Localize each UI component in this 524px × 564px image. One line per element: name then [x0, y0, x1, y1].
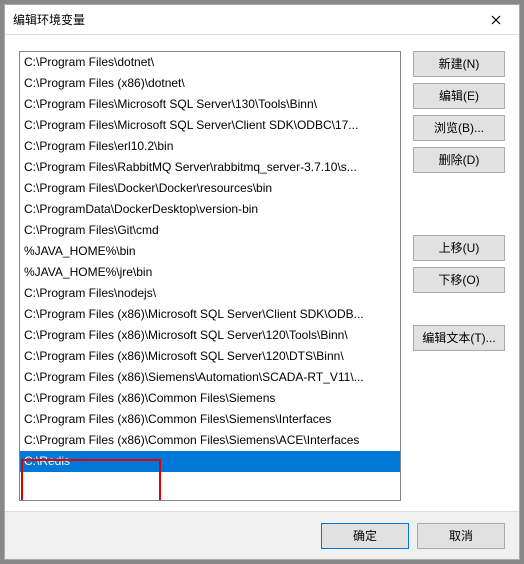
close-icon — [491, 15, 501, 25]
new-entry-row[interactable] — [20, 472, 400, 493]
env-var-edit-dialog: 编辑环境变量 C:\Program Files\dotnet\C:\Progra… — [4, 4, 520, 560]
list-item[interactable]: C:\Program Files\dotnet\ — [20, 52, 400, 73]
list-item[interactable]: C:\Program Files (x86)\Common Files\Siem… — [20, 388, 400, 409]
dialog-footer: 确定 取消 — [5, 511, 519, 559]
new-button[interactable]: 新建(N) — [413, 51, 505, 77]
move-down-button[interactable]: 下移(O) — [413, 267, 505, 293]
list-item[interactable]: C:\Program Files\nodejs\ — [20, 283, 400, 304]
list-item[interactable]: C:\Program Files (x86)\Microsoft SQL Ser… — [20, 325, 400, 346]
new-entry-input[interactable] — [24, 472, 396, 493]
list-item[interactable]: C:\Redis — [20, 451, 400, 472]
edit-button[interactable]: 编辑(E) — [413, 83, 505, 109]
list-item[interactable]: C:\Program Files (x86)\Microsoft SQL Ser… — [20, 304, 400, 325]
list-item[interactable]: C:\Program Files\Docker\Docker\resources… — [20, 178, 400, 199]
list-item[interactable]: C:\Program Files\Microsoft SQL Server\13… — [20, 94, 400, 115]
list-item[interactable]: C:\Program Files (x86)\Common Files\Siem… — [20, 409, 400, 430]
cancel-button[interactable]: 取消 — [417, 523, 505, 549]
ok-button[interactable]: 确定 — [321, 523, 409, 549]
edit-text-button[interactable]: 编辑文本(T)... — [413, 325, 505, 351]
list-item[interactable]: %JAVA_HOME%\jre\bin — [20, 262, 400, 283]
side-buttons: 新建(N) 编辑(E) 浏览(B)... 删除(D) 上移(U) 下移(O) 编… — [413, 51, 505, 501]
browse-button[interactable]: 浏览(B)... — [413, 115, 505, 141]
main-content: C:\Program Files\dotnet\C:\Program Files… — [5, 35, 519, 511]
list-item[interactable]: C:\ProgramData\DockerDesktop\version-bin — [20, 199, 400, 220]
list-item[interactable]: C:\Program Files\Microsoft SQL Server\Cl… — [20, 115, 400, 136]
path-listbox[interactable]: C:\Program Files\dotnet\C:\Program Files… — [19, 51, 401, 501]
close-button[interactable] — [473, 5, 519, 35]
spacer — [413, 179, 505, 229]
spacer — [413, 299, 505, 319]
delete-button[interactable]: 删除(D) — [413, 147, 505, 173]
list-item[interactable]: C:\Program Files (x86)\Common Files\Siem… — [20, 430, 400, 451]
dialog-title: 编辑环境变量 — [5, 11, 473, 28]
list-item[interactable]: C:\Program Files\RabbitMQ Server\rabbitm… — [20, 157, 400, 178]
list-item[interactable]: C:\Program Files\erl10.2\bin — [20, 136, 400, 157]
move-up-button[interactable]: 上移(U) — [413, 235, 505, 261]
list-item[interactable]: C:\Program Files\Git\cmd — [20, 220, 400, 241]
list-item[interactable]: C:\Program Files (x86)\Siemens\Automatio… — [20, 367, 400, 388]
list-item[interactable]: C:\Program Files (x86)\dotnet\ — [20, 73, 400, 94]
list-item[interactable]: C:\Program Files (x86)\Microsoft SQL Ser… — [20, 346, 400, 367]
titlebar: 编辑环境变量 — [5, 5, 519, 35]
path-items-container: C:\Program Files\dotnet\C:\Program Files… — [20, 52, 400, 500]
list-item[interactable]: %JAVA_HOME%\bin — [20, 241, 400, 262]
